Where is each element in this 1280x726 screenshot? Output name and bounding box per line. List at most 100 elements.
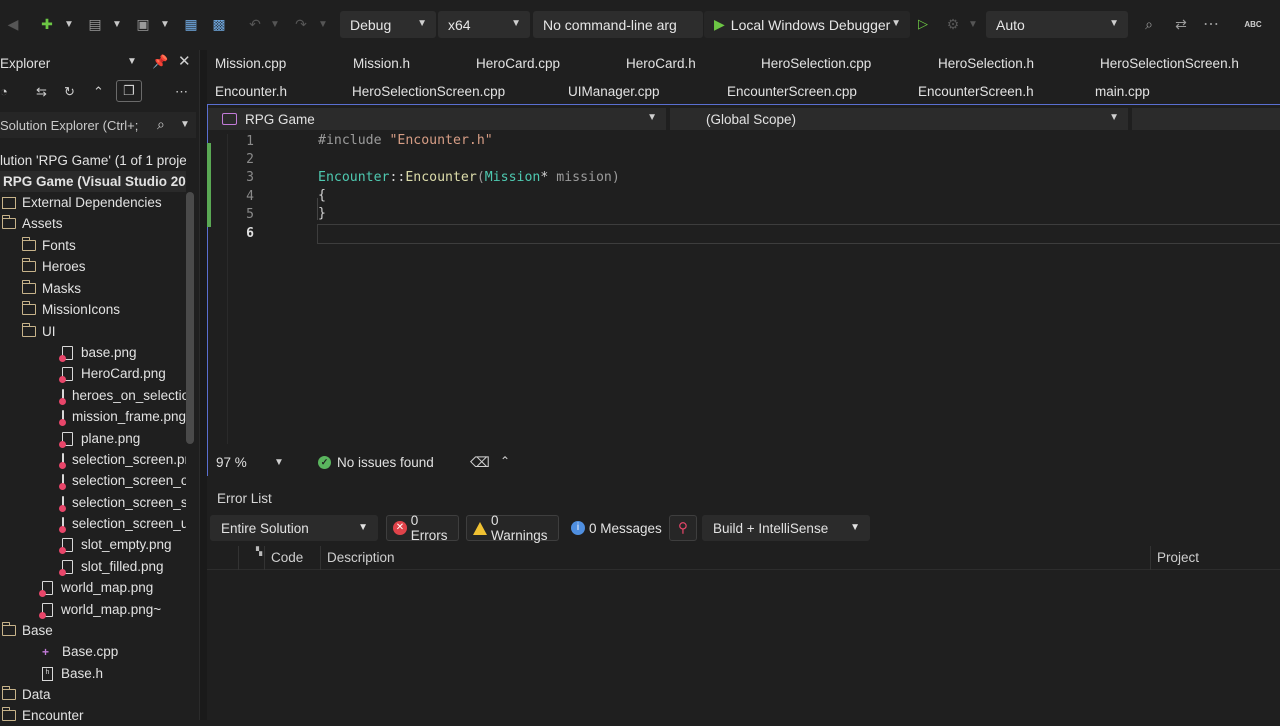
solution-config-dropdown[interactable]: Auto ▼ [986, 11, 1128, 38]
tab-uimanager-cpp[interactable]: UIManager.cpp [568, 84, 660, 99]
tab-heroselectionscreen-cpp[interactable]: HeroSelectionScreen.cpp [352, 84, 505, 99]
open-file-icon[interactable]: ▣ [132, 14, 154, 34]
pin-icon[interactable]: 📌 [152, 54, 168, 70]
tree-item[interactable]: slot_empty.png [0, 534, 186, 555]
tab-encounter-h[interactable]: Encounter.h [215, 84, 287, 99]
back-icon[interactable]: ◀ [2, 14, 24, 34]
tree-item[interactable]: Fonts [0, 235, 186, 256]
add-item-caret[interactable]: ▼ [112, 15, 122, 33]
tab-herocard-cpp[interactable]: HeroCard.cpp [476, 56, 560, 71]
tree-item[interactable]: heroes_on_selectio [0, 385, 186, 406]
build-source-dropdown[interactable]: Build + IntelliSense ▼ [702, 515, 870, 541]
redo-caret[interactable]: ▼ [318, 15, 328, 33]
tab-heroselectionscreen-h[interactable]: HeroSelectionScreen.h [1100, 56, 1239, 71]
solution-scrollbar[interactable] [186, 192, 194, 444]
tab-encounterscreen-h[interactable]: EncounterScreen.h [918, 84, 1034, 99]
tree-item[interactable]: External Dependencies [0, 192, 186, 213]
tree-item[interactable]: lution 'RPG Game' (1 of 1 proje [0, 150, 186, 171]
tree-item[interactable]: HeroCard.png [0, 363, 186, 384]
sort-icon[interactable]: ▚ [256, 547, 262, 556]
undo-icon[interactable]: ↶ [244, 14, 266, 34]
zoom-level[interactable]: 97 % [216, 455, 247, 470]
chevron-down-icon[interactable]: ▼ [274, 457, 284, 468]
code-line-4[interactable]: { [318, 188, 326, 203]
new-project-caret[interactable]: ▼ [64, 15, 74, 33]
tree-item[interactable]: selection_screen.pnc [0, 449, 186, 470]
filter-toggle-button[interactable]: ⚲ [669, 515, 697, 541]
column-header-description[interactable]: Description [327, 550, 395, 565]
tab-herocard-h[interactable]: HeroCard.h [626, 56, 696, 71]
open-file-caret[interactable]: ▼ [160, 15, 170, 33]
tree-item[interactable]: plane.png [0, 428, 186, 449]
attach-icon[interactable]: ⚙ [942, 14, 964, 34]
collapse-all-icon[interactable]: ⌃ [93, 84, 104, 100]
messages-filter-button[interactable]: i 0 Messages [565, 515, 665, 541]
tree-item[interactable]: slot_filled.png [0, 556, 186, 577]
tree-item[interactable]: UI [0, 321, 186, 342]
tree-item[interactable]: base.png [0, 342, 186, 363]
command-args-dropdown[interactable]: No command-line arg [533, 11, 703, 38]
tree-item[interactable]: mission_frame.png [0, 406, 186, 427]
save-icon[interactable]: ▦ [180, 14, 202, 34]
start-without-debugging-icon[interactable]: ▷ [912, 14, 934, 34]
live-share-icon[interactable]: ⇄ [1170, 14, 1192, 34]
more-options-icon[interactable]: ⋯ [1200, 14, 1222, 34]
redo-icon[interactable]: ↷ [290, 14, 312, 34]
scope-dropdown[interactable]: (Global Scope) ▼ [670, 108, 1128, 130]
column-header-code[interactable]: Code [271, 550, 303, 565]
attach-caret[interactable]: ▼ [968, 15, 978, 33]
save-all-icon[interactable]: ▩ [208, 14, 230, 34]
refresh-icon[interactable]: ↻ [64, 84, 75, 100]
undo-caret[interactable]: ▼ [270, 15, 280, 33]
tab-heroselection-cpp[interactable]: HeroSelection.cpp [761, 56, 871, 71]
tree-item[interactable]: h Base.h [0, 663, 186, 684]
tree-item[interactable]: selection_screen_on [0, 470, 186, 491]
configuration-dropdown[interactable]: Debug ▼ [340, 11, 436, 38]
chevron-up-icon[interactable]: ⌃ [500, 454, 510, 468]
chevron-down-icon[interactable]: ▼ [127, 56, 137, 67]
column-header-project[interactable]: Project [1157, 550, 1199, 565]
warnings-filter-button[interactable]: 0 Warnings [466, 513, 559, 543]
errors-filter-button[interactable]: ✕ 0 Errors [386, 513, 459, 543]
spell-check-icon[interactable]: ABC [1240, 14, 1266, 34]
member-dropdown[interactable] [1132, 108, 1280, 130]
tree-item[interactable]: RPG Game (Visual Studio 20 [0, 171, 186, 192]
tree-item[interactable]: Assets [0, 213, 186, 234]
search-icon[interactable]: ⌕ [157, 116, 165, 133]
tree-item[interactable]: Encounter [0, 705, 186, 726]
tree-item[interactable]: world_map.png [0, 577, 186, 598]
find-in-files-icon[interactable]: ⌕ [1138, 14, 1160, 34]
show-all-files-icon[interactable]: ❐ [116, 80, 142, 102]
add-item-icon[interactable]: ▤ [84, 14, 106, 34]
start-debugger-button[interactable]: ▶ Local Windows Debugger ▼ [704, 11, 910, 38]
chevron-down-icon[interactable]: ▼ [180, 119, 190, 130]
scope-filter-dropdown[interactable]: Entire Solution ▼ [210, 515, 378, 541]
panel-splitter[interactable] [200, 50, 207, 720]
tree-item[interactable]: Data [0, 684, 186, 705]
code-line-1[interactable]: #include "Encounter.h" [318, 133, 493, 148]
sync-icon[interactable]: ⇆ [36, 84, 47, 100]
tab-mission-h[interactable]: Mission.h [353, 56, 410, 71]
new-project-icon[interactable]: ✚ [36, 14, 58, 34]
code-line-3[interactable]: Encounter::Encounter(Mission* mission) [318, 170, 620, 185]
tab-encounterscreen-cpp[interactable]: EncounterScreen.cpp [727, 84, 857, 99]
issues-indicator[interactable]: ✓ No issues found [318, 455, 434, 470]
tree-item[interactable]: world_map.png~ [0, 599, 186, 620]
tree-item[interactable]: Heroes [0, 256, 186, 277]
tree-item[interactable]: Masks [0, 278, 186, 299]
tab-main-cpp[interactable]: main.cpp [1095, 84, 1150, 99]
solution-search-input[interactable]: Solution Explorer (Ctrl+; ⌕ ▼ [0, 112, 196, 138]
tree-item[interactable]: selection_screen_un [0, 513, 186, 534]
tab-mission-cpp[interactable]: Mission.cpp [215, 56, 286, 71]
tree-item[interactable]: MissionIcons [0, 299, 186, 320]
tree-item[interactable]: selection_screen_sel [0, 492, 186, 513]
code-line-5[interactable]: } [318, 206, 326, 221]
project-dropdown[interactable]: RPG Game ▼ [208, 108, 666, 130]
tree-item[interactable]: + Base.cpp [0, 641, 186, 662]
more-options-icon[interactable]: ⋯ [175, 84, 188, 100]
close-icon[interactable]: ✕ [178, 52, 191, 70]
broom-icon[interactable]: ⌫ [470, 454, 490, 471]
tab-heroselection-h[interactable]: HeroSelection.h [938, 56, 1034, 71]
tree-item[interactable]: Base [0, 620, 186, 641]
platform-dropdown[interactable]: x64 ▼ [438, 11, 530, 38]
